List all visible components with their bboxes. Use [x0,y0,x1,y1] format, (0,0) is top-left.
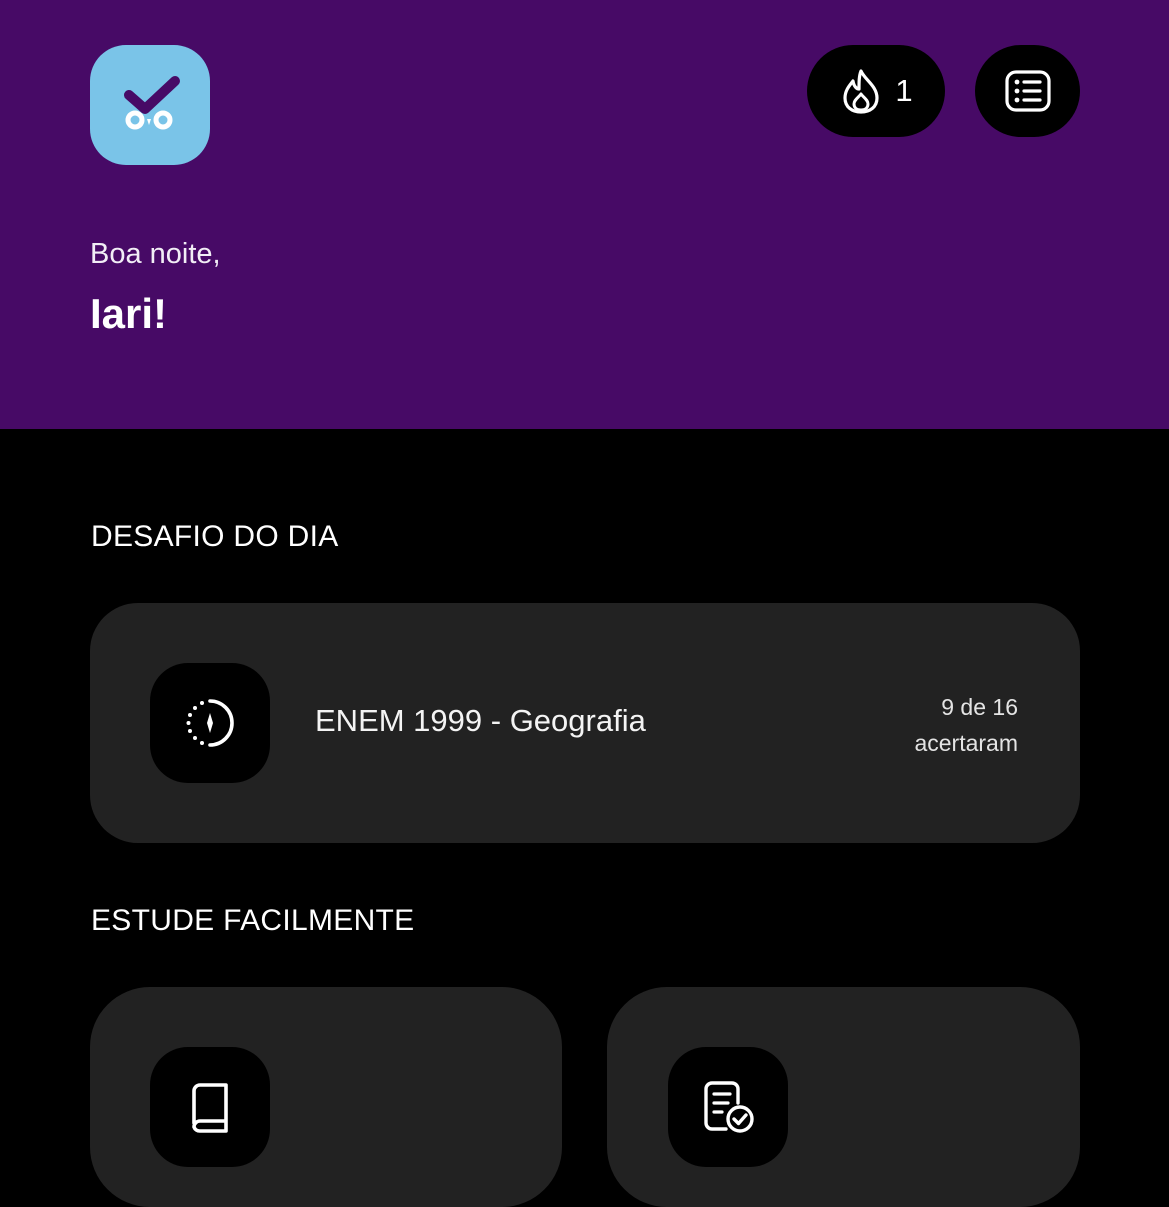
study-card-book[interactable] [90,987,562,1207]
app-logo-icon [124,76,180,130]
challenge-icon-box [150,663,270,783]
exam-icon-box [668,1047,788,1167]
streak-count: 1 [895,73,913,108]
greeting-text: Boa noite, [90,238,221,270]
flame-icon [843,69,879,114]
study-card-exam[interactable] [607,987,1080,1207]
username-text: Iari! [90,290,168,337]
challenge-stat-count: 9 de 16 [941,694,1018,720]
challenge-stat-label: acertaram [914,730,1018,756]
app-logo [90,45,210,165]
list-button[interactable] [975,45,1080,137]
list-icon [1004,70,1051,112]
streak-button[interactable]: 1 [807,45,945,137]
header-banner: 1 Boa noite, Iari! [0,0,1169,429]
document-check-icon [704,1081,754,1133]
book-icon [192,1083,228,1133]
challenge-stat: 9 de 16 acertaram [914,689,1018,761]
study-easily-heading: ESTUDE FACILMENTE [91,904,415,937]
challenge-title: ENEM 1999 - Geografia [315,703,646,738]
book-icon-box [150,1047,270,1167]
daily-challenge-heading: DESAFIO DO DIA [91,520,339,553]
timer-icon [186,699,234,747]
daily-challenge-card[interactable]: ENEM 1999 - Geografia 9 de 16 acertaram [90,603,1080,843]
